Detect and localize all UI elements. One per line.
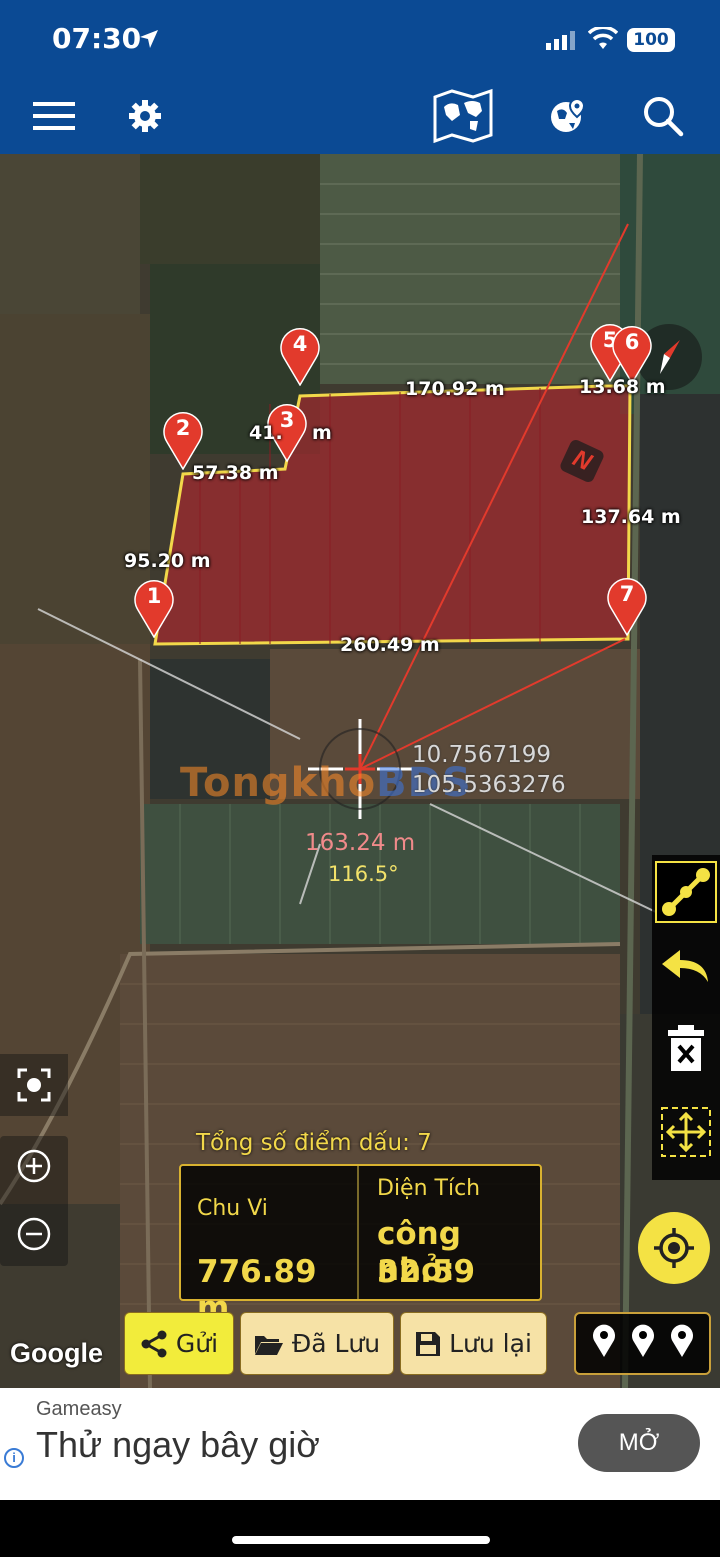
undo-button[interactable] [652,933,720,1003]
distance-label: 260.49 m [340,634,440,656]
satellite-map[interactable]: N 1 2 3 4 5 6 7 170.92 m 13.68 m 41. m 5… [0,154,720,1388]
fit-bounds-button[interactable] [652,1097,720,1167]
crosshair-distance: 163.24 m [305,830,416,856]
marker-7[interactable]: 7 [605,574,649,637]
crosshair-bearing: 116.5° [328,862,399,886]
menu-button[interactable] [26,82,82,154]
distance-label: 95.20 m [124,550,211,572]
map-pin-icon [670,1324,693,1357]
save-button[interactable]: Lưu lại [400,1312,547,1375]
path-measure-icon [655,861,717,923]
marker-6[interactable]: 6 [610,322,654,385]
zoom-in-button[interactable] [16,1148,52,1189]
marker-label: 1 [146,584,162,608]
map-type-button[interactable] [430,82,496,154]
measure-line-button[interactable] [652,857,720,927]
distance-label: 170.92 m [405,378,505,400]
world-map-icon [432,87,494,150]
saved-label: Đã Lưu [291,1329,381,1358]
info-icon[interactable]: i [4,1448,24,1468]
floppy-disk-icon [416,1331,441,1356]
pin-tool-button[interactable] [631,1324,655,1363]
ad-title: Thử ngay bây giờ [36,1424,320,1465]
marker-label: 4 [292,332,308,356]
ad-open-button[interactable]: MỞ [578,1414,700,1472]
status-bar: 07:30 100 [0,0,720,82]
marker-label: 2 [175,416,191,440]
zoom-controls [0,1136,68,1266]
app-header [0,82,720,154]
zoom-out-button[interactable] [16,1216,52,1257]
map-pin-icon [592,1324,615,1357]
total-points: Tổng số điểm dấu: 7 [196,1130,432,1156]
wifi-icon [587,25,619,56]
globe-pin-icon [549,97,587,140]
my-location-button[interactable] [638,1212,710,1284]
distance-label: 41. [249,422,283,444]
home-indicator[interactable] [232,1536,490,1544]
crosshair-coordinates: 10.7567199 105.5363276 [412,740,566,800]
marker-1[interactable]: 1 [132,576,176,639]
menu-icon [33,101,75,136]
area-section: Diện Tích công nhỏ: 32.59 [359,1166,542,1299]
distance-label: 137.64 m [581,506,681,528]
area-value: 32.59 [377,1254,476,1290]
perimeter-section: Chu Vi 776.89 m [181,1166,359,1326]
distance-label: m [312,422,332,444]
google-logo: Google [10,1338,103,1368]
focus-frame-icon [17,1068,51,1102]
marker-2[interactable]: 2 [161,408,205,471]
watermark-part1: Tongkho [180,760,377,806]
settings-button[interactable] [120,82,170,154]
expand-arrows-icon [661,1107,711,1157]
settings-icon [127,98,163,139]
distance-label: 57.38 m [192,462,279,484]
search-icon [642,95,684,142]
zoom-out-icon [17,1217,51,1251]
marker-tools [574,1312,711,1375]
perimeter-label: Chu Vi [197,1196,268,1221]
globe-location-button[interactable] [544,82,592,154]
location-arrow-icon [138,28,160,55]
share-icon [141,1330,167,1357]
latitude-value: 10.7567199 [412,742,552,768]
area-label: Diện Tích [377,1176,481,1201]
focus-button[interactable] [0,1054,68,1116]
send-label: Gửi [175,1329,219,1358]
send-button[interactable]: Gửi [124,1312,234,1375]
cellular-signal-icon [546,30,578,55]
tool-column [652,855,720,1180]
zoom-in-icon [17,1149,51,1183]
saved-button[interactable]: Đã Lưu [240,1312,394,1375]
home-area [0,1500,720,1557]
map-pin-icon [631,1324,654,1357]
pin-tool-button[interactable] [592,1324,616,1363]
battery-indicator: 100 [627,28,675,52]
distance-label: 13.68 m [579,376,666,398]
longitude-value: 105.5363276 [412,772,566,798]
marker-4[interactable]: 4 [278,324,322,387]
pin-tool-button[interactable] [670,1324,694,1363]
undo-icon [662,950,708,982]
marker-label: 6 [624,330,640,354]
stats-panel: Chu Vi 776.89 m Diện Tích công nhỏ: 32.5… [179,1164,542,1326]
ad-brand: Gameasy [36,1398,122,1420]
crosshair-gps-icon [654,1228,694,1268]
save-label: Lưu lại [449,1329,532,1358]
status-time: 07:30 [52,22,142,55]
ad-banner[interactable]: Gameasy Thử ngay bây giờ i MỞ [0,1388,720,1500]
trash-icon [668,1025,704,1071]
marker-label: 7 [619,582,635,606]
delete-button[interactable] [652,1013,720,1083]
folder-open-icon [254,1335,283,1355]
search-button[interactable] [636,82,690,154]
